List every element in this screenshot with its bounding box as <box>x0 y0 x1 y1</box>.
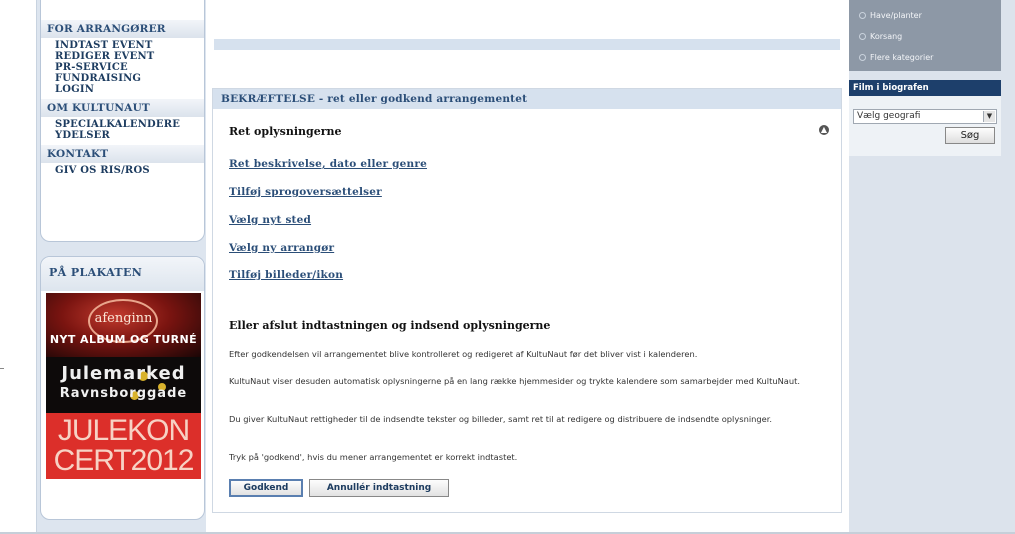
collapse-icon[interactable]: ▲ <box>819 125 829 135</box>
info-paragraph: Efter godkendelsen vil arrangementet bli… <box>229 349 698 359</box>
nav-item-indtast-event[interactable]: INDTAST EVENT <box>55 40 204 51</box>
nav-box: FOR ARRANGØRER INDTAST EVENT REDIGER EVE… <box>40 0 205 242</box>
poster-julemarked-subtitle: Ravnsborggade <box>59 386 188 401</box>
info-paragraph: Du giver KultuNaut rettigheder til de in… <box>229 414 773 424</box>
poster-julemarked[interactable]: Julemarked Ravnsborggade <box>46 357 201 413</box>
nav-heading-kontakt[interactable]: KONTAKT <box>41 145 204 163</box>
right-sidebar: Have/planter Korsang Flere kategorier Fi… <box>849 0 1015 534</box>
category-label: Have/planter <box>870 11 922 20</box>
chevron-down-icon[interactable]: ▼ <box>983 111 995 122</box>
nav-group-om: SPECIALKALENDERE YDELSER <box>41 117 204 145</box>
link-choose-organizer[interactable]: Vælg ny arrangør <box>229 242 334 254</box>
cancel-entry-button[interactable]: Annullér indtastning <box>309 479 449 497</box>
nav-group-arrangoer: INDTAST EVENT REDIGER EVENT PR-SERVICE F… <box>41 38 204 99</box>
category-item[interactable]: Korsang <box>859 32 902 41</box>
circle-arrow-icon <box>859 12 866 19</box>
nav-item-login[interactable]: LOGIN <box>55 84 204 95</box>
info-paragraph: KultuNaut viser desuden automatisk oplys… <box>229 376 801 386</box>
top-bar <box>214 39 840 50</box>
nav-heading-arrangoer[interactable]: FOR ARRANGØRER <box>41 20 204 38</box>
info-paragraph: Tryk på 'godkend', hvis du mener arrange… <box>229 452 518 462</box>
poster-afenginn-title: afenginn <box>94 311 153 326</box>
link-choose-venue[interactable]: Vælg nyt sted <box>229 214 311 226</box>
category-item-more[interactable]: Flere kategorier <box>859 53 933 62</box>
category-label: Flere kategorier <box>870 53 934 62</box>
nav-item-rediger-event[interactable]: REDIGER EVENT <box>55 51 204 62</box>
plakat-box: PÅ PLAKATEN afenginn NYT ALBUM OG TURNÉ … <box>40 256 205 520</box>
link-add-images[interactable]: Tilføj billeder/ikon <box>229 269 343 281</box>
finish-section-title: Eller afslut indtastningen og indsend op… <box>229 319 551 332</box>
geography-select[interactable]: Vælg geografi ▼ <box>853 109 997 124</box>
nav-item-ydelser[interactable]: YDELSER <box>55 130 204 141</box>
poster-julekoncert-line2: CERT2012 <box>53 444 195 477</box>
nav-item-pr-service[interactable]: PR-SERVICE <box>55 62 204 73</box>
category-item[interactable]: Have/planter <box>859 11 922 20</box>
nav-item-giv-os-ris-ros[interactable]: GIV OS RIS/ROS <box>55 165 204 176</box>
plakat-heading: PÅ PLAKATEN <box>41 257 204 291</box>
panel-title: BEKRÆFTELSE - ret eller godkend arrangem… <box>213 89 841 109</box>
nav-group-kontakt: GIV OS RIS/ROS <box>41 163 204 180</box>
category-box: Have/planter Korsang Flere kategorier <box>849 0 1001 71</box>
left-sidebar: FOR ARRANGØRER INDTAST EVENT REDIGER EVE… <box>36 0 206 534</box>
poster-julekoncert[interactable]: JULEKON CERT2012 <box>46 413 201 479</box>
panel-body: Ret oplysningerne ▲ Ret beskrivelse, dat… <box>229 125 841 497</box>
film-box: Vælg geografi ▼ Søg <box>849 96 1001 156</box>
nav-item-specialkalendere[interactable]: SPECIALKALENDERE <box>55 119 204 130</box>
main-content: BEKRÆFTELSE - ret eller godkend arrangem… <box>206 0 847 534</box>
nav-item-fundraising[interactable]: FUNDRAISING <box>55 73 204 84</box>
correct-section-title: Ret oplysningerne <box>229 125 342 138</box>
category-label: Korsang <box>870 32 903 41</box>
confirm-panel: BEKRÆFTELSE - ret eller godkend arrangem… <box>212 88 842 513</box>
nav-heading-om-kultunaut[interactable]: OM KULTUNAUT <box>41 99 204 117</box>
poster-afenginn-subtitle: NYT ALBUM OG TURNÉ <box>49 333 198 346</box>
circle-arrow-icon <box>859 54 866 61</box>
poster-julemarked-title: Julemarked <box>61 363 186 384</box>
circle-arrow-icon <box>859 33 866 40</box>
link-add-translations[interactable]: Tilføj sprogoversættelser <box>229 186 382 198</box>
poster-afenginn[interactable]: afenginn NYT ALBUM OG TURNÉ <box>46 293 201 357</box>
link-edit-description[interactable]: Ret beskrivelse, dato eller genre <box>229 158 427 170</box>
approve-button[interactable]: Godkend <box>229 479 303 497</box>
poster-julekoncert-line1: JULEKON <box>57 414 190 447</box>
edge-tick <box>0 368 4 369</box>
geography-select-value: Vælg geografi <box>857 111 921 121</box>
film-heading: Film i biografen <box>849 80 1001 96</box>
search-button[interactable]: Søg <box>945 127 995 144</box>
